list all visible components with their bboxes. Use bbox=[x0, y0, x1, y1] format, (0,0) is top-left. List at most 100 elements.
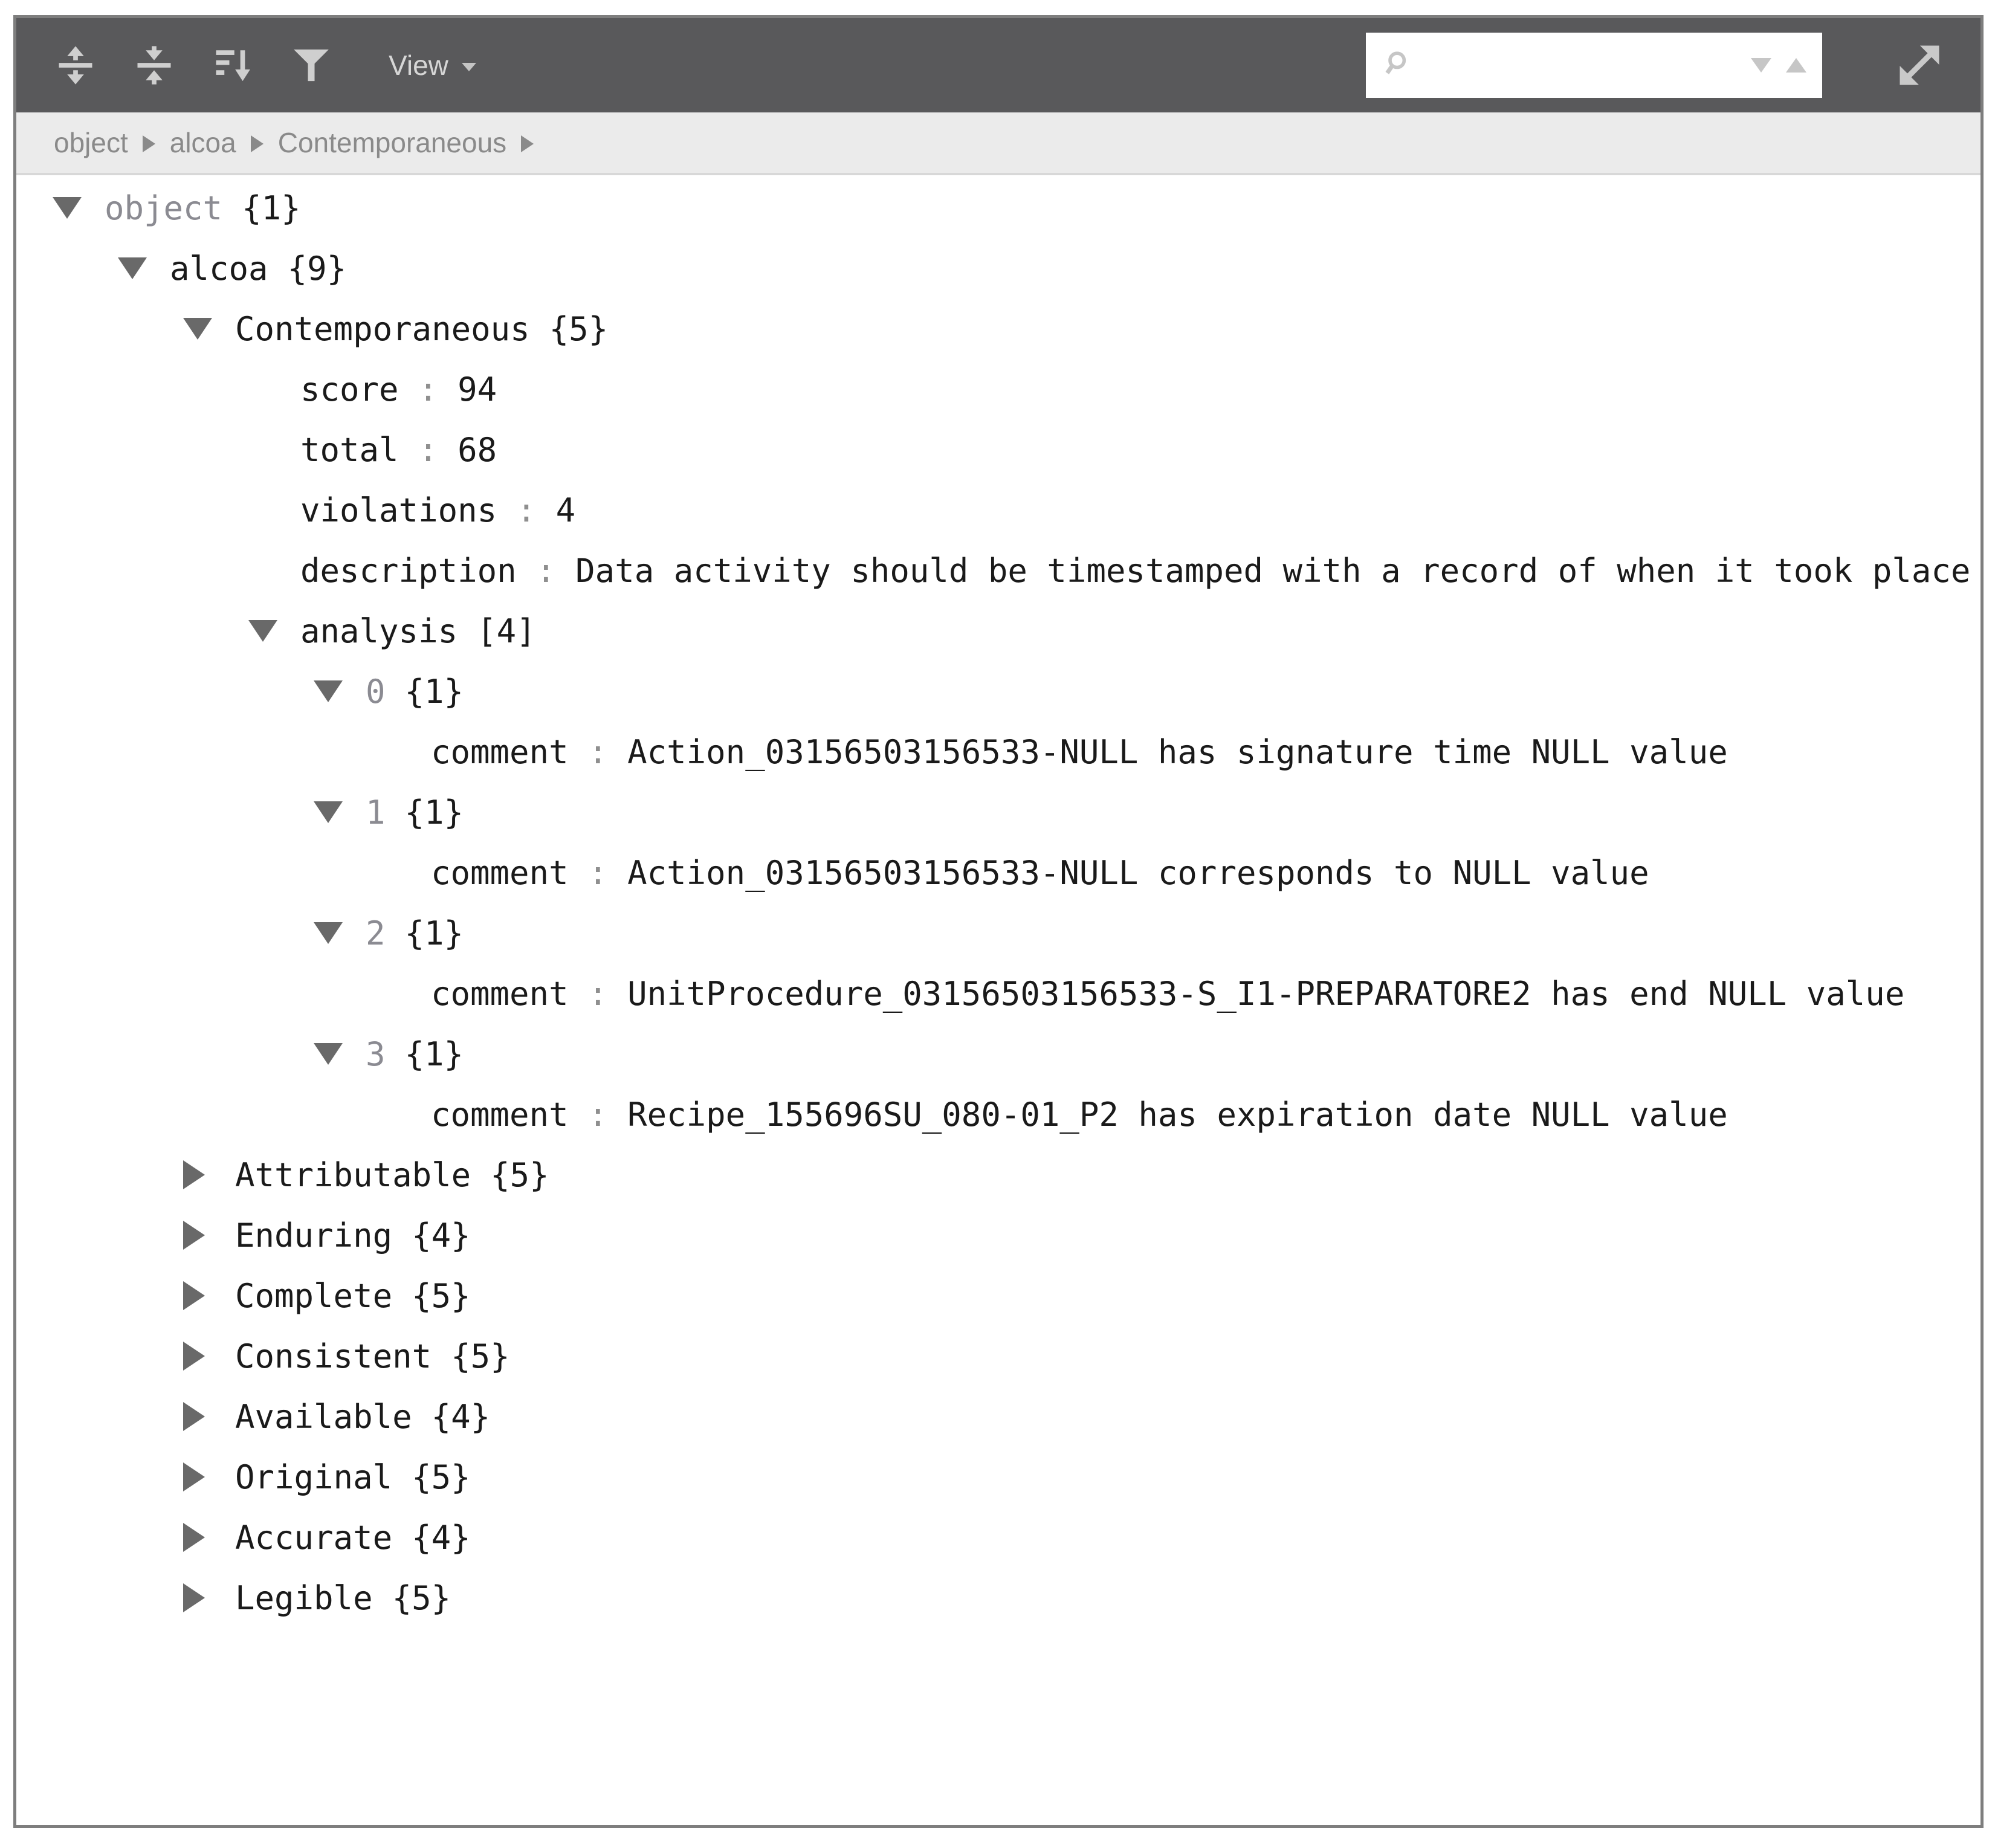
node-count: {5} bbox=[392, 1579, 451, 1617]
collapse-node-toggle[interactable] bbox=[118, 257, 170, 279]
search-input[interactable] bbox=[1415, 35, 1751, 95]
expand-node-icon bbox=[183, 1160, 205, 1189]
node-key: Enduring bbox=[235, 1216, 392, 1255]
collapse-all-icon bbox=[134, 45, 174, 85]
node-key: comment bbox=[431, 975, 569, 1013]
tree-row: Enduring {4} bbox=[16, 1205, 1980, 1265]
fullscreen-expand-icon bbox=[1896, 42, 1943, 89]
node-value: Action_03156503156533-NULL corresponds t… bbox=[627, 854, 1649, 892]
tree-row: comment : Action_03156503156533-NULL has… bbox=[16, 722, 1980, 782]
node-key: analysis bbox=[300, 612, 458, 650]
node-count: {4} bbox=[432, 1398, 491, 1436]
breadcrumb-item-contemporaneous[interactable]: Contemporaneous bbox=[278, 126, 506, 159]
collapse-node-toggle[interactable] bbox=[314, 801, 366, 823]
expand-node-icon bbox=[183, 1523, 205, 1552]
collapse-node-icon bbox=[314, 801, 343, 823]
collapse-node-toggle[interactable] bbox=[248, 620, 300, 642]
collapse-node-icon bbox=[183, 318, 212, 340]
search-next-icon[interactable] bbox=[1751, 58, 1771, 73]
tree-row: Contemporaneous {5} bbox=[16, 299, 1980, 359]
node-key: 2 bbox=[366, 914, 386, 952]
expand-node-toggle[interactable] bbox=[183, 1462, 235, 1491]
fullscreen-button[interactable] bbox=[1892, 37, 1947, 93]
node-key: violations bbox=[300, 491, 497, 529]
collapse-node-toggle[interactable] bbox=[314, 1043, 366, 1065]
node-count: {5} bbox=[549, 310, 609, 348]
node-key: 0 bbox=[366, 673, 386, 711]
expand-node-icon bbox=[183, 1281, 205, 1310]
node-value: UnitProcedure_03156503156533-S_I1-PREPAR… bbox=[627, 975, 1904, 1013]
expand-node-toggle[interactable] bbox=[183, 1523, 235, 1552]
tree-row: Consistent{5} bbox=[16, 1326, 1980, 1386]
node-value: Data activity should be timestamped with… bbox=[575, 552, 1970, 590]
collapse-node-icon bbox=[53, 197, 82, 219]
collapse-node-toggle[interactable] bbox=[314, 680, 366, 702]
expand-node-toggle[interactable] bbox=[183, 1221, 235, 1250]
collapse-node-icon bbox=[118, 257, 147, 279]
node-key: total bbox=[300, 431, 399, 469]
tree-row: Accurate {4} bbox=[16, 1507, 1980, 1568]
breadcrumb-item-object[interactable]: object bbox=[54, 126, 128, 159]
tree-row: alcoa{9} bbox=[16, 238, 1980, 299]
sort-button[interactable] bbox=[213, 42, 253, 88]
tree-row: 3{1} bbox=[16, 1024, 1980, 1084]
tree-row: Available{4} bbox=[16, 1386, 1980, 1447]
node-key: 3 bbox=[366, 1035, 386, 1073]
filter-icon bbox=[291, 45, 331, 85]
node-value: 68 bbox=[458, 431, 497, 469]
sort-icon bbox=[213, 45, 253, 85]
tree-row: Legible {5} bbox=[16, 1568, 1980, 1628]
view-menu-button[interactable]: View bbox=[385, 48, 480, 82]
expand-node-icon bbox=[183, 1402, 205, 1431]
node-count: {5} bbox=[412, 1458, 471, 1496]
collapse-node-toggle[interactable] bbox=[53, 197, 105, 219]
expand-all-button[interactable] bbox=[56, 42, 95, 88]
json-tree: object{1}alcoa{9}Contemporaneous{5}score… bbox=[16, 175, 1980, 1628]
breadcrumb-separator-icon bbox=[521, 135, 534, 152]
node-key: Consistent bbox=[235, 1337, 432, 1375]
collapse-node-toggle[interactable] bbox=[183, 318, 235, 340]
tree-row: 1{1} bbox=[16, 782, 1980, 842]
node-count: {4} bbox=[412, 1519, 471, 1557]
expand-node-toggle[interactable] bbox=[183, 1402, 235, 1431]
collapse-node-toggle[interactable] bbox=[314, 922, 366, 944]
key-value-separator: : bbox=[399, 431, 458, 469]
collapse-all-button[interactable] bbox=[134, 42, 174, 88]
node-count: {5} bbox=[412, 1277, 471, 1315]
tree-row: total : 68 bbox=[16, 419, 1980, 480]
node-value: Action_03156503156533-NULL has signature… bbox=[627, 733, 1728, 771]
node-key: Legible bbox=[235, 1579, 373, 1617]
node-key: Accurate bbox=[235, 1519, 392, 1557]
expand-node-icon bbox=[183, 1221, 205, 1250]
search-box bbox=[1366, 33, 1822, 98]
node-count: {1} bbox=[242, 189, 301, 227]
expand-node-icon bbox=[183, 1583, 205, 1612]
collapse-node-icon bbox=[314, 1043, 343, 1065]
tree-row: 0 {1} bbox=[16, 661, 1980, 722]
expand-node-icon bbox=[183, 1462, 205, 1491]
node-count: {1} bbox=[405, 673, 464, 711]
filter-button[interactable] bbox=[291, 42, 331, 88]
expand-node-toggle[interactable] bbox=[183, 1281, 235, 1310]
tree-row: Complete{5} bbox=[16, 1265, 1980, 1326]
node-count: [4] bbox=[477, 612, 536, 650]
search-previous-icon[interactable] bbox=[1786, 58, 1806, 73]
node-key: Contemporaneous bbox=[235, 310, 530, 348]
breadcrumb: object alcoa Contemporaneous bbox=[16, 112, 1980, 175]
expand-node-toggle[interactable] bbox=[183, 1342, 235, 1371]
expand-node-toggle[interactable] bbox=[183, 1583, 235, 1612]
node-count: {5} bbox=[490, 1156, 549, 1194]
node-count: {9} bbox=[288, 250, 347, 288]
json-editor-widget: View object alcoa Contemporaneous object {1… bbox=[13, 15, 1984, 1828]
tree-row: comment : Recipe_155696SU_080-01_P2 has … bbox=[16, 1084, 1980, 1145]
breadcrumb-separator-icon bbox=[251, 135, 264, 152]
key-value-separator: : bbox=[569, 1096, 628, 1134]
tree-row: violations : 4 bbox=[16, 480, 1980, 540]
tree-row: comment : Action_03156503156533-NULL cor… bbox=[16, 842, 1980, 903]
expand-node-toggle[interactable] bbox=[183, 1160, 235, 1189]
node-key: object bbox=[105, 189, 222, 227]
breadcrumb-item-alcoa[interactable]: alcoa bbox=[170, 126, 236, 159]
node-count: {4} bbox=[412, 1216, 471, 1255]
collapse-node-icon bbox=[314, 680, 343, 702]
tree-row: description : Data activity should be ti… bbox=[16, 540, 1980, 601]
